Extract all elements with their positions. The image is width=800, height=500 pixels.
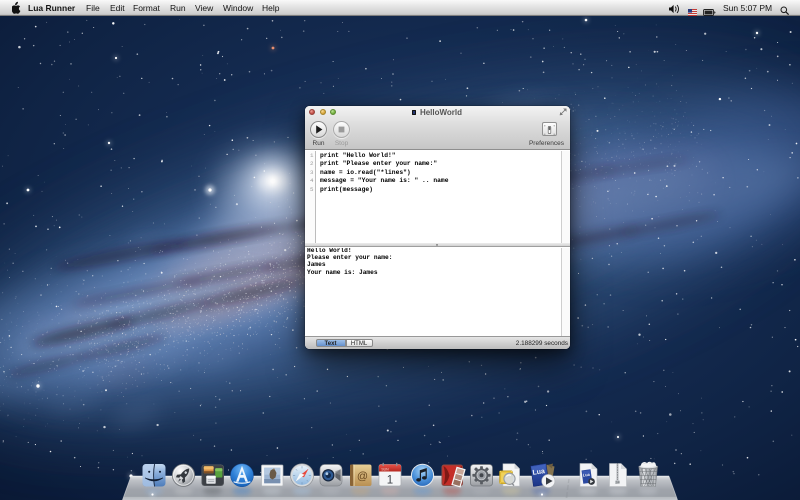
svg-text:SUN: SUN [381, 467, 389, 471]
svg-text:1: 1 [387, 475, 393, 487]
svg-text:ZIP: ZIP [615, 480, 619, 484]
svg-text:@: @ [357, 471, 368, 483]
